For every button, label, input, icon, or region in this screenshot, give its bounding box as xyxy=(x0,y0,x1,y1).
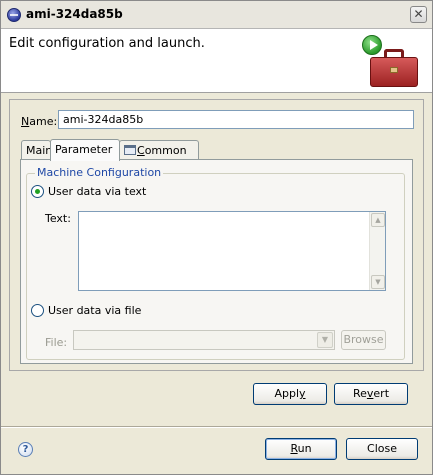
run-badge-icon xyxy=(362,35,382,55)
scroll-down-icon[interactable]: ▼ xyxy=(371,275,385,289)
help-icon[interactable]: ? xyxy=(18,442,33,457)
toolbox-latch xyxy=(390,67,398,73)
text-label: Text: xyxy=(45,212,71,225)
user-data-file-radio[interactable] xyxy=(31,304,44,317)
browse-button[interactable]: Browse xyxy=(341,330,386,350)
banner-title: Edit configuration and launch. xyxy=(9,36,205,51)
user-data-text-radio[interactable] xyxy=(31,185,44,198)
user-data-textarea[interactable]: ▲ ▼ xyxy=(78,211,386,291)
table-icon xyxy=(124,145,136,155)
name-input[interactable] xyxy=(58,110,414,129)
footer-separator xyxy=(1,426,432,428)
parameter-tab-content: Machine Configuration User data via text… xyxy=(20,159,413,364)
title-bar: ami-324da85b ✕ xyxy=(1,1,432,29)
user-data-file-label: User data via file xyxy=(48,304,142,317)
launch-configuration-dialog: ami-324da85b ✕ Edit configuration and la… xyxy=(0,0,433,475)
dialog-banner: Edit configuration and launch. xyxy=(1,29,432,93)
textarea-scrollbar[interactable]: ▲ ▼ xyxy=(369,212,385,290)
close-window-button[interactable]: ✕ xyxy=(410,6,427,23)
tab-parameter-label: Parameter xyxy=(55,143,113,156)
toolbox-run-icon xyxy=(362,35,422,91)
tab-common-label: Common xyxy=(137,144,187,157)
user-data-text-option[interactable]: User data via text xyxy=(31,185,146,198)
scroll-up-icon[interactable]: ▲ xyxy=(371,213,385,227)
configuration-pane: Name: Main Parameter Common Machine Conf… xyxy=(9,99,424,371)
run-button[interactable]: Run xyxy=(265,438,337,460)
name-label: Name: xyxy=(21,115,58,128)
chevron-down-icon[interactable]: ▼ xyxy=(317,332,333,348)
group-title: Machine Configuration xyxy=(35,166,164,179)
user-data-file-option[interactable]: User data via file xyxy=(31,304,141,317)
window-title: ami-324da85b xyxy=(26,7,123,21)
user-data-text-label: User data via text xyxy=(48,185,147,198)
tab-main[interactable]: Main xyxy=(21,140,53,160)
close-button[interactable]: Close xyxy=(346,438,418,460)
apply-button[interactable]: Apply xyxy=(253,383,327,405)
machine-configuration-group: Machine Configuration User data via text… xyxy=(26,166,405,360)
file-combo[interactable]: ▼ xyxy=(73,330,335,350)
tab-parameter[interactable]: Parameter xyxy=(50,139,120,161)
revert-button[interactable]: Revert xyxy=(334,383,408,405)
tab-common[interactable]: Common xyxy=(119,140,199,160)
eclipse-icon xyxy=(7,8,21,22)
file-label: File: xyxy=(45,336,68,349)
tab-main-label: Main xyxy=(26,144,53,157)
